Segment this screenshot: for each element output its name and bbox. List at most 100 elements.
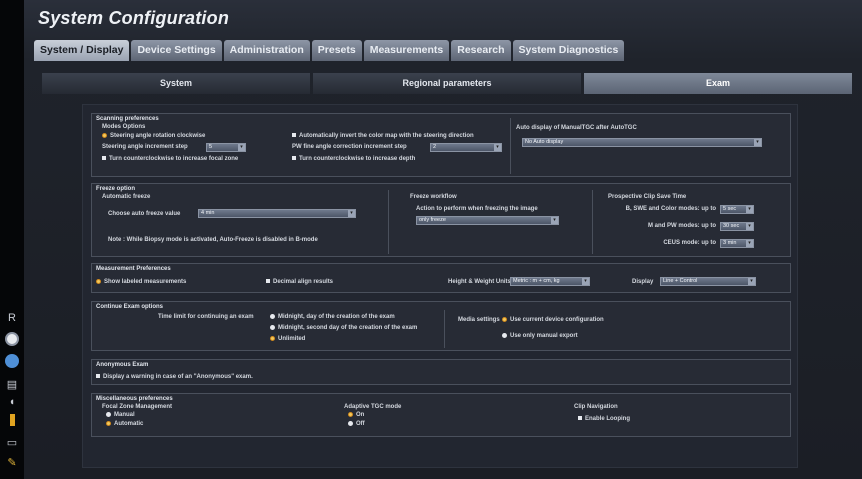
- chevron-down-icon: ▾: [746, 240, 753, 247]
- freeze-action-label: Action to perform when freezing the imag…: [416, 206, 538, 212]
- tgc-off-label: Off: [356, 421, 365, 427]
- print-icon[interactable]: ▤: [2, 378, 22, 391]
- chevron-down-icon: ▾: [746, 206, 753, 213]
- tab-research[interactable]: Research: [451, 40, 511, 61]
- radio-icon: [502, 332, 507, 338]
- radio-icon: [348, 411, 353, 417]
- auto-tgc-dropdown[interactable]: No Auto display ▾: [522, 138, 762, 147]
- tab-system-display[interactable]: System / Display: [34, 40, 130, 61]
- pw-increment-label: PW fine angle correction increment step: [292, 144, 407, 150]
- chevron-down-icon: ▾: [348, 210, 355, 217]
- focal-automatic-option[interactable]: Automatic: [106, 420, 143, 428]
- option-midnight-day-label: Midnight, day of the creation of the exa…: [278, 314, 395, 320]
- divider: [510, 118, 511, 174]
- clip-b-value: 5 sec: [723, 206, 737, 212]
- clip-m-dropdown[interactable]: 30 sec ▾: [720, 222, 754, 231]
- tgc-off-option[interactable]: Off: [348, 420, 365, 428]
- anonymous-warning-option[interactable]: Display a warning in case of an "Anonymo…: [96, 373, 253, 381]
- height-weight-value: Metric : m + cm, kg: [513, 278, 560, 284]
- ccw-focal-option[interactable]: Turn counterclockwise to increase focal …: [102, 155, 238, 163]
- media-manual-export[interactable]: Use only manual export: [502, 332, 578, 340]
- divider: [444, 310, 445, 348]
- option-unlimited[interactable]: Unlimited: [270, 335, 305, 343]
- ccw-depth-option[interactable]: Turn counterclockwise to increase depth: [292, 155, 415, 163]
- divider: [592, 190, 593, 254]
- pw-increment-value: 2: [433, 144, 437, 150]
- brush-icon[interactable]: ✎: [2, 456, 22, 469]
- section-title: Continue Exam options: [96, 304, 164, 310]
- tab-device-settings[interactable]: Device Settings: [131, 40, 222, 61]
- continue-exam-section: Continue Exam options Time limit for con…: [91, 301, 791, 351]
- subtab-exam[interactable]: Exam: [584, 73, 852, 94]
- media-settings-label: Media settings: [458, 317, 500, 323]
- freeze-option-section: Freeze option Automatic freeze Choose au…: [91, 183, 791, 257]
- radio-icon: [502, 316, 507, 322]
- tgc-on-option[interactable]: On: [348, 411, 364, 419]
- option-midnight-second-day-label: Midnight, second day of the creation of …: [278, 325, 418, 331]
- checkbox-icon: [102, 156, 106, 161]
- clip-ceus-label: CEUS mode: up to: [663, 240, 716, 246]
- checkbox-icon: [292, 156, 296, 161]
- freeze-action-value: only freeze: [419, 217, 446, 223]
- steer-rotation-option[interactable]: Steering angle rotation clockwise: [102, 132, 205, 140]
- checkbox-icon: [292, 133, 296, 138]
- tab-administration[interactable]: Administration: [223, 40, 310, 61]
- chevron-down-icon: ▾: [494, 144, 501, 151]
- decimal-align-option[interactable]: Decimal align results: [266, 278, 333, 286]
- auto-freeze-dropdown[interactable]: 4 min ▾: [198, 209, 356, 218]
- tab-measurements[interactable]: Measurements: [363, 40, 450, 61]
- steer-increment-value: 5: [209, 144, 213, 150]
- probe-r-icon[interactable]: R: [2, 312, 22, 324]
- subtab-regional-parameters[interactable]: Regional parameters: [313, 73, 581, 94]
- media-manual-export-label: Use only manual export: [510, 333, 578, 339]
- monitor-icon[interactable]: ▭: [2, 436, 22, 449]
- steer-increment-label: Steering angle increment step: [102, 144, 188, 150]
- checkbox-icon: [96, 374, 100, 379]
- option-midnight-second-day[interactable]: Midnight, second day of the creation of …: [270, 324, 417, 332]
- left-toolbar: R ▤ ◖ ▭ ✎: [0, 0, 24, 479]
- anonymous-warning-label: Display a warning in case of an "Anonymo…: [103, 374, 253, 380]
- section-title: Measurement Preferences: [96, 266, 171, 272]
- radio-icon: [106, 420, 111, 426]
- globe-icon[interactable]: [2, 354, 22, 368]
- auto-tgc-title: Auto display of ManualTGC after AutoTGC: [516, 125, 637, 131]
- option-unlimited-label: Unlimited: [278, 336, 306, 342]
- media-current-config-label: Use current device configuration: [510, 317, 604, 323]
- section-title: Anonymous Exam: [96, 362, 149, 368]
- focal-manual-option[interactable]: Manual: [106, 411, 135, 419]
- auto-tgc-value: No Auto display: [525, 139, 564, 145]
- cross-circle-icon[interactable]: [2, 332, 22, 346]
- media-current-config[interactable]: Use current device configuration: [502, 316, 604, 324]
- radio-icon: [270, 313, 275, 319]
- main-tabs: System / Display Device Settings Adminis…: [34, 40, 625, 61]
- chevron-down-icon: ▾: [748, 278, 755, 285]
- enable-looping-option[interactable]: Enable Looping: [578, 415, 630, 423]
- steer-increment-dropdown[interactable]: 5 ▾: [206, 143, 246, 152]
- pw-increment-dropdown[interactable]: 2 ▾: [430, 143, 502, 152]
- clip-m-value: 30 sec: [723, 223, 740, 229]
- option-midnight-day[interactable]: Midnight, day of the creation of the exa…: [270, 313, 395, 321]
- focal-manual-label: Manual: [114, 412, 135, 418]
- show-labeled-label: Show labeled measurements: [104, 279, 187, 285]
- volume-icon[interactable]: ◖: [2, 396, 22, 408]
- auto-invert-option[interactable]: Automatically invert the color map with …: [292, 132, 474, 140]
- section-title: Freeze option: [96, 186, 136, 192]
- enable-looping-label: Enable Looping: [585, 416, 630, 422]
- battery-icon[interactable]: [2, 414, 22, 426]
- time-limit-label: Time limit for continuing an exam: [158, 314, 254, 320]
- chevron-down-icon: ▾: [754, 139, 761, 146]
- freeze-action-dropdown[interactable]: only freeze ▾: [416, 216, 559, 225]
- clip-ceus-dropdown[interactable]: 3 min ▾: [720, 239, 754, 248]
- steer-rotation-label: Steering angle rotation clockwise: [110, 133, 206, 139]
- auto-freeze-value: 4 min: [201, 210, 215, 216]
- show-labeled-option[interactable]: Show labeled measurements: [96, 278, 186, 286]
- tab-presets[interactable]: Presets: [311, 40, 362, 61]
- tab-system-diagnostics[interactable]: System Diagnostics: [512, 40, 625, 61]
- display-value: Line + Control: [663, 278, 698, 284]
- scanning-preferences-section: Scanning preferences Modes Options Steer…: [91, 113, 791, 177]
- display-dropdown[interactable]: Line + Control ▾: [660, 277, 756, 286]
- height-weight-dropdown[interactable]: Metric : m + cm, kg ▾: [510, 277, 590, 286]
- subtab-system[interactable]: System: [42, 73, 310, 94]
- divider: [388, 190, 389, 254]
- clip-b-dropdown[interactable]: 5 sec ▾: [720, 205, 754, 214]
